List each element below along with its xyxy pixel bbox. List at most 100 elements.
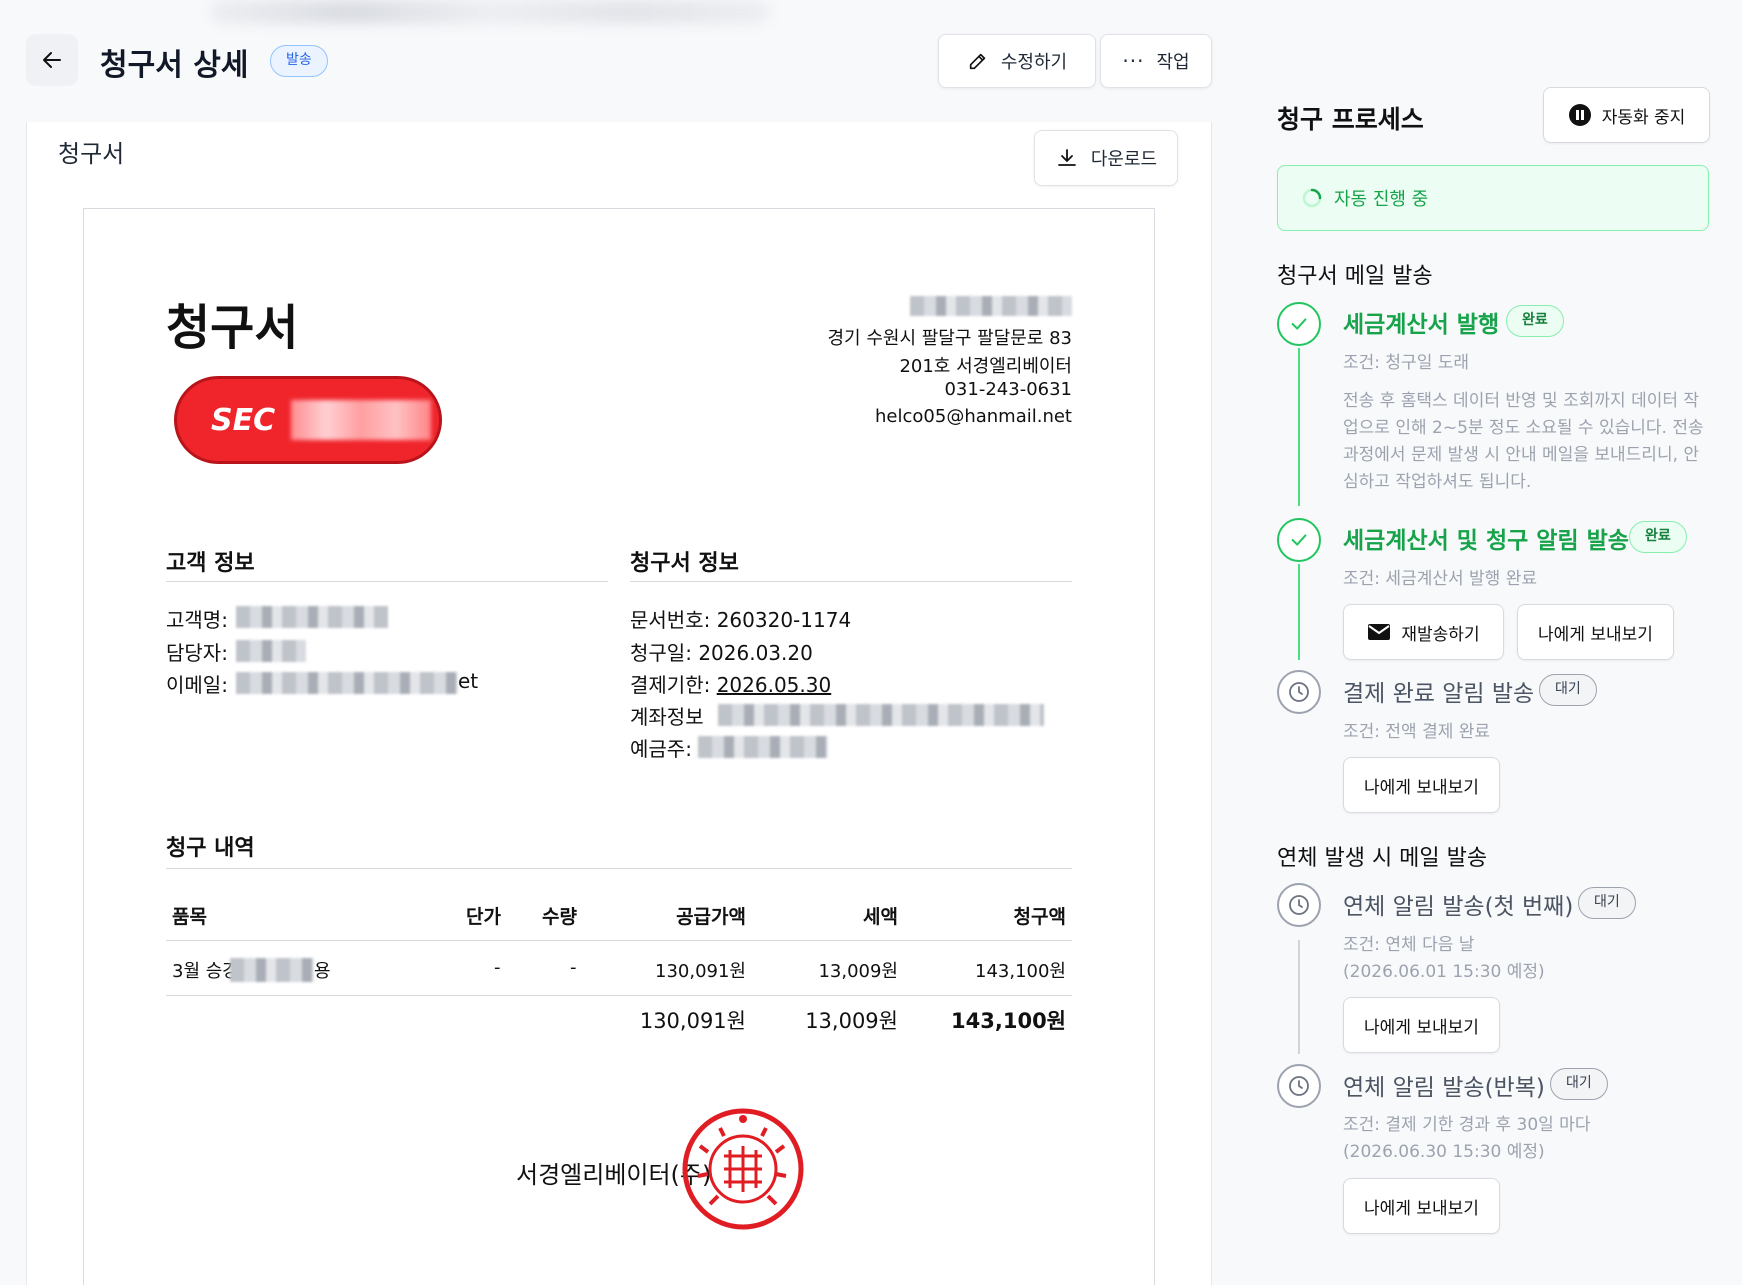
step3-condition: 조건: 전액 결제 완료: [1343, 722, 1491, 742]
col-unit-price: 단가: [466, 906, 501, 928]
account-label: 계좌정보: [630, 705, 704, 729]
company-phone: 031-243-0631: [944, 379, 1072, 400]
step2-status-badge: 완료: [1629, 521, 1687, 553]
items-section-title: 청구 내역: [166, 836, 255, 861]
address-line-2: 201호 서경엘리베이터: [899, 356, 1072, 377]
item-supply: 130,091원: [655, 961, 746, 982]
step5-status-badge: 대기: [1550, 1068, 1608, 1100]
doc-number-row: 문서번호: 260320-1174: [630, 604, 851, 633]
step1-condition: 조건: 청구일 도래: [1343, 353, 1470, 373]
table-header-divider: [166, 940, 1072, 941]
contact-label: 담당자:: [166, 641, 228, 665]
pause-automation-button[interactable]: 자동화 중지: [1543, 87, 1710, 143]
step5-condition-line1: 조건: 결제 기한 경과 후 30일 마다: [1343, 1115, 1591, 1135]
item-name-suffix: 용: [314, 961, 331, 982]
divider: [630, 581, 1072, 582]
auto-status-text: 자동 진행 중: [1334, 189, 1429, 210]
step1-desc-line3: 과정에서 문제 발생 시 안내 메일을 보내드리니, 안: [1343, 445, 1700, 465]
divider: [166, 581, 608, 582]
edit-button-label: 수정하기: [1000, 52, 1068, 73]
step2-send-me-label: 나에게 보내보기: [1538, 624, 1653, 645]
step2-name: 세금계산서 및 청구 알림 발송: [1343, 528, 1629, 554]
step3-name: 결제 완료 알림 발송: [1343, 681, 1535, 707]
blurred-item-name: [230, 958, 314, 982]
company-logo-stamp: SEC: [174, 376, 442, 464]
blurred-logo-text: [291, 400, 432, 440]
blurred-customer-name: [236, 606, 388, 628]
step4-connector: [1298, 940, 1300, 1054]
pause-icon: [1568, 104, 1591, 126]
step2-condition: 조건: 세금계산서 발행 완료: [1343, 569, 1537, 589]
step3-status-badge: 대기: [1539, 674, 1597, 706]
total-tax: 13,009원: [805, 1009, 898, 1033]
download-button[interactable]: 다운로드: [1034, 130, 1178, 186]
blurred-holder: [698, 736, 828, 758]
total-supply: 130,091원: [639, 1009, 746, 1033]
step5-clock-icon: [1277, 1064, 1321, 1108]
step3-send-me-label: 나에게 보내보기: [1364, 777, 1479, 798]
resend-button[interactable]: 재발송하기: [1343, 604, 1504, 660]
arrow-left-icon: [43, 52, 61, 68]
blurred-account: [718, 704, 1044, 726]
blurred-email: [236, 672, 458, 694]
edit-button[interactable]: 수정하기: [938, 34, 1096, 88]
divider: [166, 868, 1072, 869]
email-suffix: et: [458, 669, 479, 693]
step4-clock-icon: [1277, 883, 1321, 927]
col-item: 품목: [172, 906, 207, 928]
step4-condition-line1: 조건: 연체 다음 날: [1343, 935, 1475, 955]
auto-status-box: 자동 진행 중: [1277, 165, 1709, 231]
step4-send-me-button[interactable]: 나에게 보내보기: [1343, 997, 1500, 1053]
step1-desc-line1: 전송 후 홈택스 데이터 반영 및 조회까지 데이터 작: [1343, 391, 1700, 411]
table-row-divider: [166, 995, 1072, 996]
step1-check-icon: [1277, 302, 1321, 346]
download-icon: [1057, 149, 1076, 166]
step5-send-me-button[interactable]: 나에게 보내보기: [1343, 1178, 1500, 1234]
due-date-label: 결제기한:: [630, 673, 711, 697]
group-overdue-mail-title: 연체 발생 시 메일 발송: [1277, 846, 1488, 871]
pencil-icon: [969, 53, 986, 70]
step5-condition-line2: (2026.06.30 15:30 예정): [1343, 1142, 1545, 1162]
mail-icon: [1368, 624, 1391, 640]
total-amount: 143,100원: [951, 1009, 1066, 1033]
spinner-icon: [1302, 188, 1322, 208]
status-badge: 발송: [270, 45, 328, 77]
blurred-contact: [236, 640, 306, 662]
download-button-label: 다운로드: [1090, 149, 1158, 170]
step3-send-me-button[interactable]: 나에게 보내보기: [1343, 757, 1500, 813]
doc-number-label: 문서번호:: [630, 608, 711, 632]
step2-send-me-button[interactable]: 나에게 보내보기: [1517, 604, 1674, 660]
item-amount: 143,100원: [975, 961, 1066, 982]
pause-automation-label: 자동화 중지: [1601, 107, 1686, 128]
step1-name: 세금계산서 발행: [1343, 312, 1500, 338]
item-name-prefix: 3월 승강: [172, 961, 239, 982]
step4-name: 연체 알림 발송(첫 번째): [1343, 894, 1574, 920]
step2-connector: [1298, 564, 1300, 660]
company-seal-icon: [682, 1108, 804, 1230]
doc-number-value: 260320-1174: [716, 608, 852, 632]
due-date-row: 결제기한: 2026.05.30: [630, 669, 831, 698]
step4-status-badge: 대기: [1578, 887, 1636, 919]
invoice-card-title: 청구서: [58, 140, 125, 168]
item-unit-price: -: [494, 957, 501, 978]
invoice-date-label: 청구일:: [630, 641, 692, 665]
step4-send-me-label: 나에게 보내보기: [1364, 1017, 1479, 1038]
blurred-company-name: [910, 296, 1072, 316]
invoice-section-title: 청구서 정보: [630, 551, 739, 576]
col-qty: 수량: [542, 906, 577, 928]
step1-desc-line2: 업으로 인해 2~5분 정도 소요될 수 있습니다. 전송: [1343, 418, 1704, 438]
invoice-date-value: 2026.03.20: [698, 641, 813, 665]
actions-button-label: 작업: [1156, 52, 1190, 73]
col-amount: 청구액: [1013, 906, 1066, 928]
step1-desc-line4: 심하고 작업하셔도 됩니다.: [1343, 472, 1532, 492]
col-supply: 공급가액: [676, 906, 746, 928]
actions-button[interactable]: ··· 작업: [1100, 34, 1212, 88]
step5-name: 연체 알림 발송(반복): [1343, 1075, 1545, 1101]
resend-label: 재발송하기: [1401, 624, 1480, 645]
holder-label: 예금주:: [630, 737, 692, 761]
item-qty: -: [570, 957, 577, 978]
step3-clock-icon: [1277, 670, 1321, 714]
address-line-1: 경기 수원시 팔달구 팔달문로 83: [827, 328, 1072, 349]
back-button[interactable]: [26, 34, 78, 86]
customer-name-label: 고객명:: [166, 608, 228, 632]
